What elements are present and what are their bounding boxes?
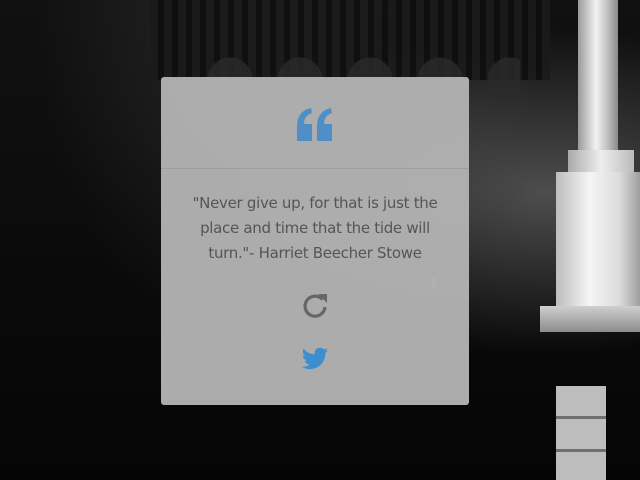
monument-column-cap	[568, 150, 634, 172]
quote-icon	[297, 108, 332, 141]
quote-card-header	[161, 77, 469, 169]
quote-card: "Never give up, for that is just the pla…	[161, 77, 469, 405]
twitter-icon[interactable]	[301, 347, 329, 371]
refresh-icon[interactable]	[301, 291, 329, 319]
monument-base	[540, 306, 640, 332]
stone-block	[556, 386, 606, 480]
quote-text: "Never give up, for that is just the pla…	[192, 194, 438, 262]
monument-pedestal	[556, 172, 640, 312]
